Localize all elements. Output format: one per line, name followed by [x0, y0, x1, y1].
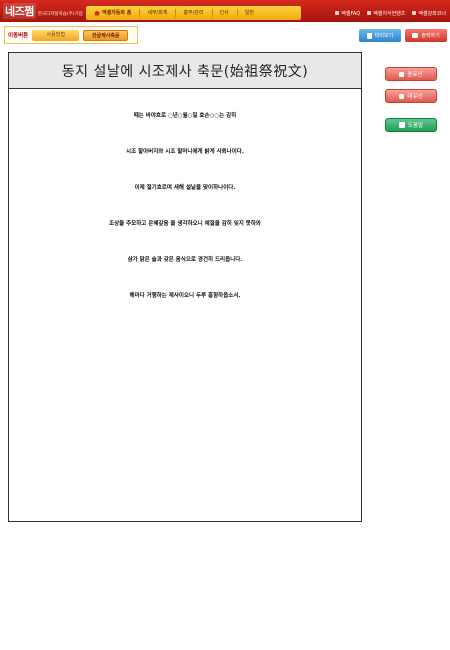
document-line: 삼가 맑은 술과 갖은 음식으로 경건히 드리옵니다. [127, 257, 243, 263]
jongyu-button[interactable]: 종유선 [385, 67, 437, 81]
nav-item-tax-accounting[interactable]: 세무/회계 [139, 6, 175, 20]
lock-icon [399, 93, 405, 99]
jongyu-button-label: 종유선 [407, 72, 423, 78]
nav-item-hr[interactable]: 인사 [211, 6, 237, 20]
knowledge-icon [367, 11, 372, 15]
link-excel-lecture-label: 엑셀강좌코너 [418, 10, 446, 17]
logo[interactable]: 네즈쩜 한국디지털학습(주)기업 [3, 2, 83, 20]
help-button[interactable]: 도움말 [385, 118, 437, 132]
top-bar: 네즈쩜 한국디지털학습(주)기업 엑셀자동화 홈 세무/회계 총무/관리 인사 … [0, 0, 450, 22]
nav-item-general-affairs[interactable]: 총무/관리 [175, 6, 211, 20]
daeyu-button-label: 대유선 [407, 94, 423, 100]
main-nav: 엑셀자동화 홈 세무/회계 총무/관리 인사 일반 [86, 6, 301, 20]
link-excel-knowledge-label: 엑셀지식컨텐츠 [373, 10, 406, 17]
lock-icon [399, 71, 405, 77]
home-icon [94, 10, 100, 16]
preview-icon [366, 32, 372, 39]
link-excel-faq-label: 엑셀FAQ [341, 10, 361, 17]
usage-button[interactable]: 사용방법 [32, 29, 80, 41]
link-excel-knowledge[interactable]: 엑셀지식컨텐츠 [367, 10, 405, 17]
print-button[interactable]: 출력하기 [405, 29, 447, 42]
help-button-label: 도움말 [407, 123, 424, 129]
print-button-label: 출력하기 [421, 33, 440, 39]
nav-item-home-label: 엑셀자동화 홈 [102, 10, 132, 16]
printer-icon [412, 33, 419, 38]
korean-ritual-text-button[interactable]: 한글제사축문 [83, 29, 129, 41]
logo-text: 네즈쩜 [3, 3, 36, 19]
preview-button[interactable]: 미리보기 [359, 29, 401, 42]
logo-subtitle: 한국디지털학습(주)기업 [37, 12, 83, 17]
help-icon [398, 122, 405, 128]
link-excel-faq[interactable]: 엑셀FAQ [335, 10, 360, 17]
document-title: 동지 설날에 시조제사 축문(始祖祭祝文) [9, 53, 361, 89]
nav-item-general[interactable]: 일반 [236, 6, 262, 20]
move-button-bar: 이동버튼 사용방법 한글제사축문 [4, 26, 138, 44]
preview-button-label: 미리보기 [374, 33, 394, 39]
document-line: 조상을 추모하고 은혜갚음 을 생각하오니 예절을 감히 잊지 못하와 [109, 221, 261, 227]
daeyu-button[interactable]: 대유선 [385, 89, 437, 103]
top-links: 엑셀FAQ 엑셀지식컨텐츠 엑셀강좌코너 [335, 6, 446, 20]
ritual-document: 동지 설날에 시조제사 축문(始祖祭祝文) 때는 바야흐로 ○년○월○일 효손○… [8, 52, 362, 522]
document-line: 시조 할아버지와 시조 할머니에게 밝게 사뢰나이다. [126, 149, 244, 155]
lecture-icon [412, 11, 417, 15]
document-line: 때는 바야흐로 ○년○월○일 효손○○는 감히 [133, 113, 237, 119]
faq-icon [335, 11, 340, 15]
document-line: 이제 절기흐르며 새해 설날을 맞이하나이다. [134, 185, 236, 191]
link-excel-lecture[interactable]: 엑셀강좌코너 [412, 10, 446, 17]
nav-item-home[interactable]: 엑셀자동화 홈 [86, 6, 139, 20]
move-buttons-label: 이동버튼 [8, 33, 29, 39]
document-line: 해마다 거행하는 제사이오니 두루 흠향하옵소서. [129, 293, 241, 299]
